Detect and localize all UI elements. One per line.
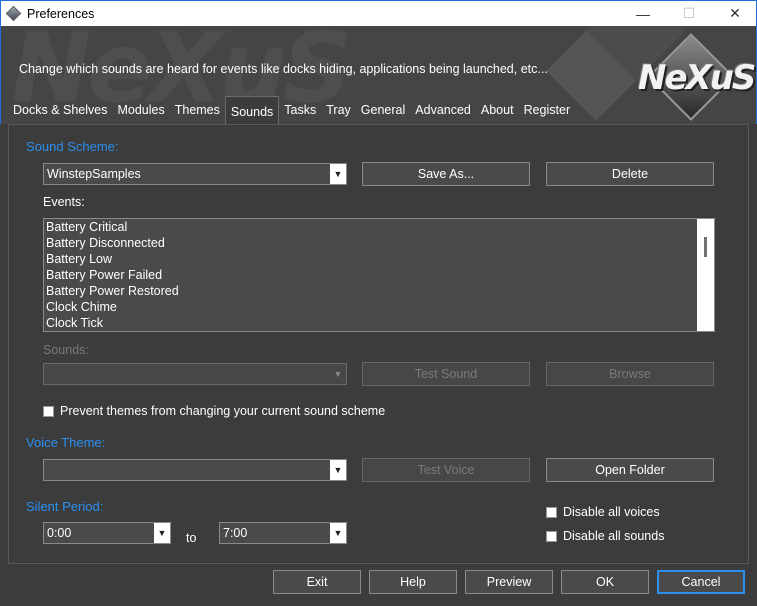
sound-scheme-value: WinstepSamples [47, 167, 141, 181]
disable-voices-checkbox[interactable]: Disable all voices [546, 505, 660, 519]
app-icon [5, 5, 22, 22]
checkbox-box[interactable] [546, 506, 557, 518]
prevent-themes-label: Prevent themes from changing your curren… [60, 404, 386, 418]
sound-scheme-dropdown[interactable]: WinstepSamples ▼ [43, 163, 347, 185]
title-bar: Preferences — ☐ ✕ [0, 0, 757, 26]
tab-sounds[interactable]: Sounds [224, 96, 280, 124]
open-folder-button[interactable]: Open Folder [546, 458, 714, 482]
chevron-down-icon[interactable]: ▼ [330, 164, 346, 184]
list-item[interactable]: Clock Chime [44, 299, 714, 315]
test-sound-button[interactable]: Test Sound [362, 362, 530, 386]
tab-bar: Docks & Shelves Modules Themes Sounds Ta… [0, 96, 575, 124]
list-item[interactable]: Battery Disconnected [44, 235, 714, 251]
nexus-logo: NeXuS [636, 33, 756, 121]
page-description: Change which sounds are heard for events… [19, 62, 548, 76]
list-item[interactable]: Battery Power Failed [44, 267, 714, 283]
checkbox-box[interactable] [43, 405, 54, 417]
silent-period-start-value: 0:00 [47, 526, 72, 540]
chevron-down-icon[interactable]: ▼ [330, 364, 346, 384]
silent-period-end-dropdown[interactable]: 7:00 ▼ [219, 522, 347, 544]
chevron-down-icon[interactable]: ▼ [154, 523, 170, 543]
window-title: Preferences [27, 6, 95, 21]
disable-sounds-checkbox[interactable]: Disable all sounds [546, 529, 664, 543]
tab-advanced[interactable]: Advanced [410, 98, 476, 122]
save-as-button[interactable]: Save As... [362, 162, 530, 186]
tab-themes[interactable]: Themes [170, 98, 225, 122]
tab-tasks[interactable]: Tasks [279, 98, 321, 122]
close-button[interactable]: ✕ [712, 1, 757, 26]
disable-voices-label: Disable all voices [563, 505, 660, 519]
tab-modules[interactable]: Modules [112, 98, 169, 122]
checkbox-box[interactable] [546, 530, 557, 542]
delete-button[interactable]: Delete [546, 162, 714, 186]
tab-about[interactable]: About [476, 98, 519, 122]
to-label: to [186, 531, 197, 545]
events-label: Events: [43, 195, 85, 209]
cancel-button[interactable]: Cancel [657, 570, 745, 594]
minimize-button[interactable]: — [620, 1, 666, 26]
tab-tray[interactable]: Tray [321, 98, 356, 122]
tab-general[interactable]: General [356, 98, 410, 122]
tab-register[interactable]: Register [519, 98, 576, 122]
tab-docks-shelves[interactable]: Docks & Shelves [0, 98, 112, 122]
maximize-button[interactable]: ☐ [666, 1, 712, 26]
voice-theme-heading: Voice Theme: [26, 435, 106, 450]
list-item[interactable]: Battery Power Restored [44, 283, 714, 299]
logo-text: NeXuS [638, 58, 756, 98]
sounds-label: Sounds: [43, 343, 89, 357]
browse-button[interactable]: Browse [546, 362, 714, 386]
disable-sounds-label: Disable all sounds [563, 529, 665, 543]
silent-period-end-value: 7:00 [223, 526, 248, 540]
sound-scheme-heading: Sound Scheme: [26, 139, 119, 154]
test-voice-button[interactable]: Test Voice [362, 458, 530, 482]
voice-theme-dropdown[interactable]: ▼ [43, 459, 347, 481]
exit-button[interactable]: Exit [273, 570, 361, 594]
silent-period-start-dropdown[interactable]: 0:00 ▼ [43, 522, 171, 544]
sounds-dropdown[interactable]: ▼ [43, 363, 347, 385]
preview-button[interactable]: Preview [465, 570, 553, 594]
events-scrollbar[interactable] [697, 219, 714, 331]
silent-period-heading: Silent Period: [26, 499, 104, 514]
ok-button[interactable]: OK [561, 570, 649, 594]
help-button[interactable]: Help [369, 570, 457, 594]
chevron-down-icon[interactable]: ▼ [330, 523, 346, 543]
scrollbar-thumb[interactable] [704, 237, 707, 257]
events-list[interactable]: Battery Critical Battery Disconnected Ba… [43, 218, 715, 332]
list-item[interactable]: Battery Critical [44, 219, 714, 235]
list-item[interactable]: Battery Low [44, 251, 714, 267]
prevent-themes-checkbox[interactable]: Prevent themes from changing your curren… [43, 404, 385, 418]
chevron-down-icon[interactable]: ▼ [330, 460, 346, 480]
sounds-panel: Sound Scheme: WinstepSamples ▼ Save As..… [8, 124, 749, 564]
list-item[interactable]: Clock Tick [44, 315, 714, 331]
